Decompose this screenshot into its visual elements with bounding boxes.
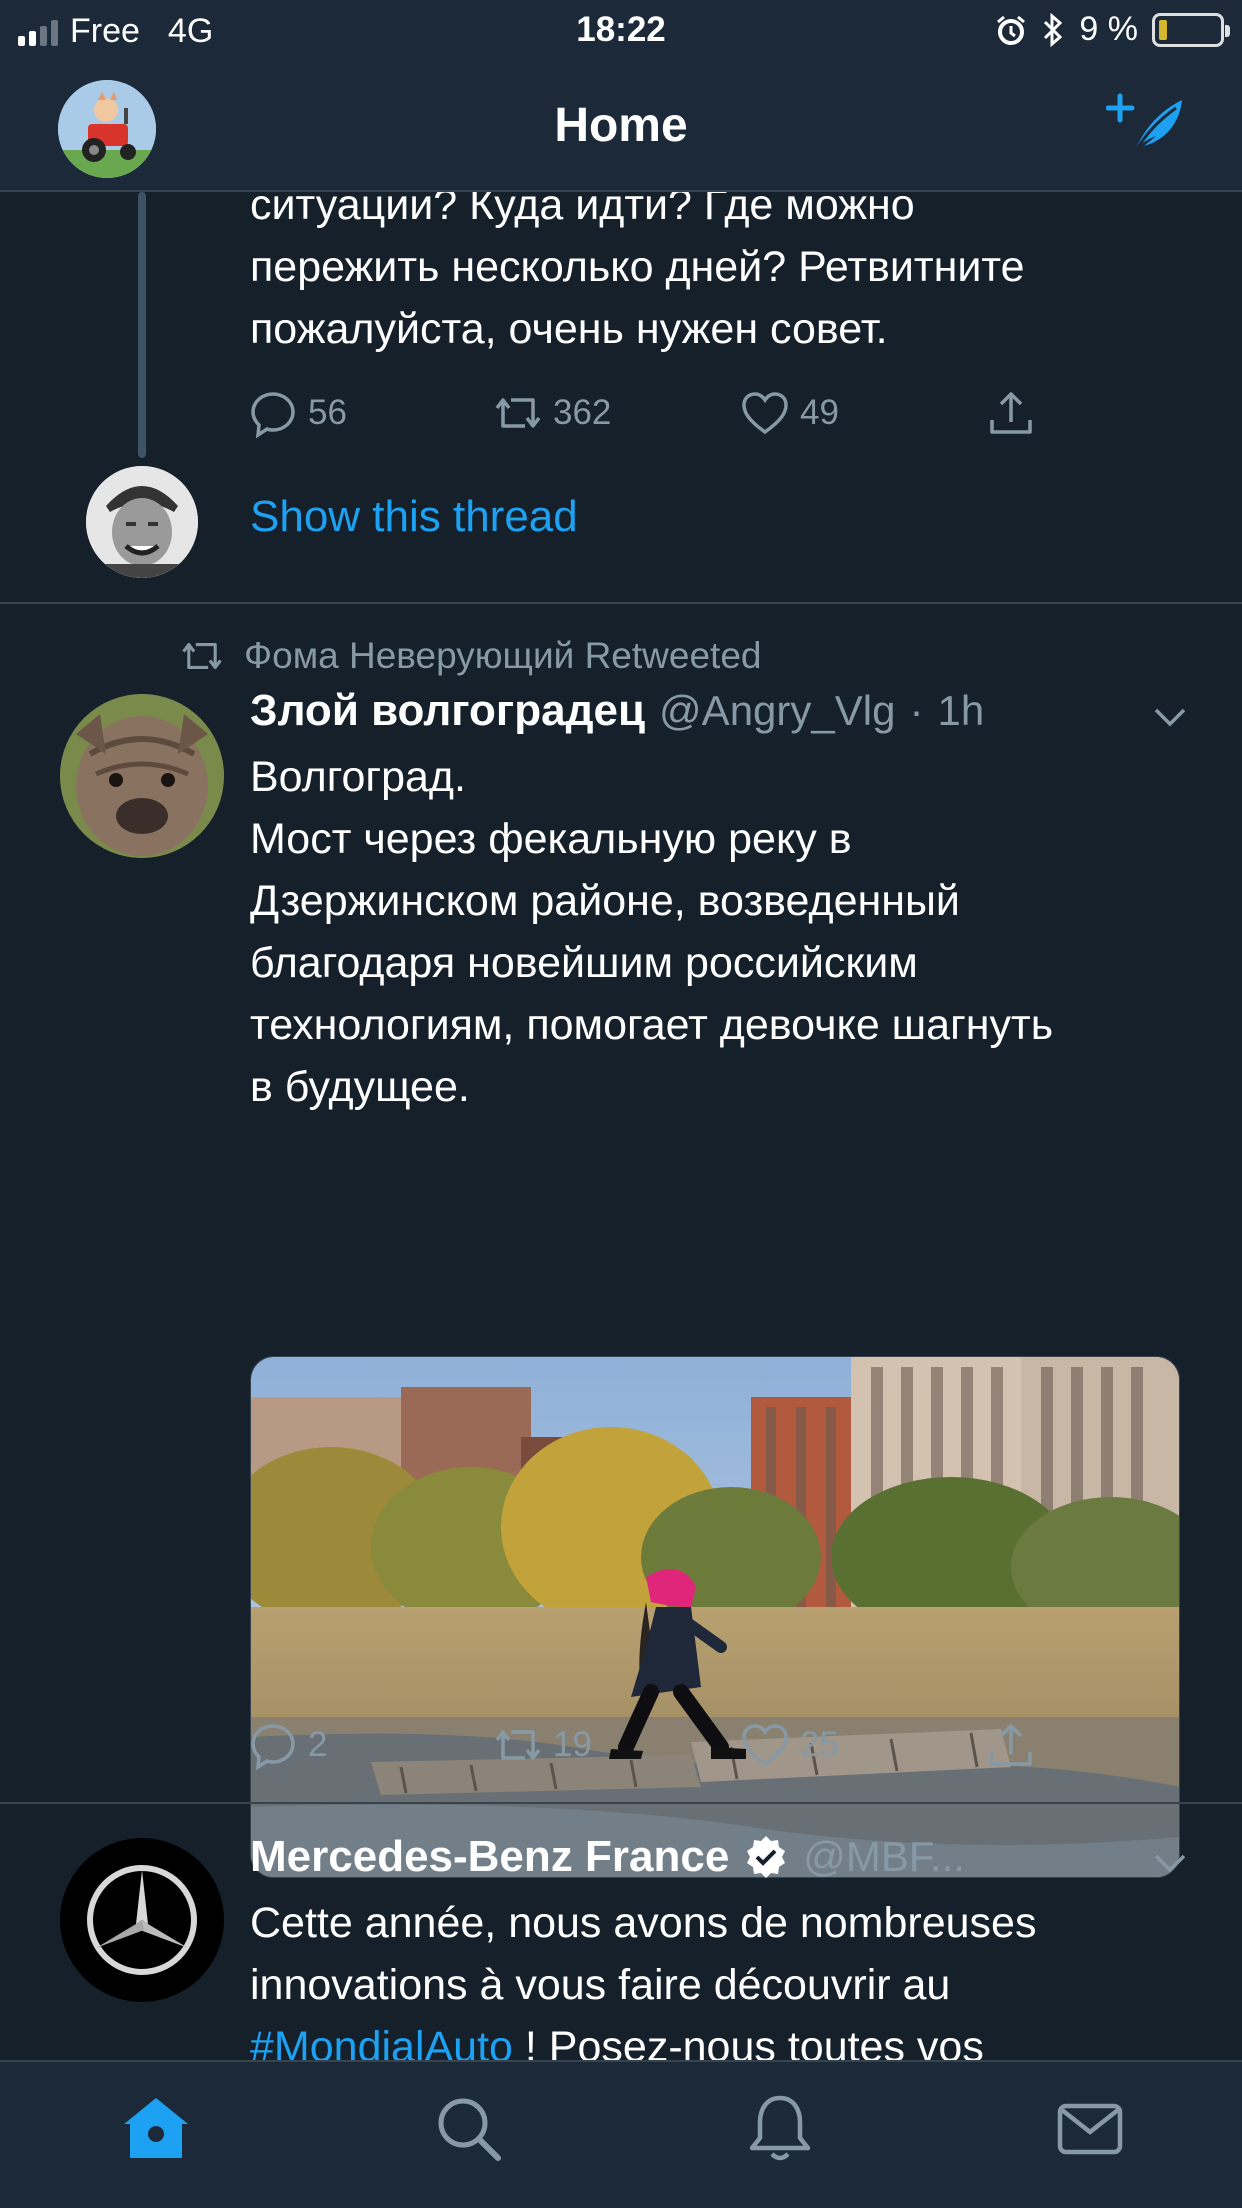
separator-dot: ·: [909, 687, 924, 734]
top-nav-bar: Home: [0, 64, 1242, 192]
tweet-text-line: благодаря новейшим российским: [250, 939, 918, 987]
home-icon[interactable]: [120, 2092, 192, 2164]
retweeted-by-label: Фома Неверующий Retweeted: [244, 635, 762, 676]
author-name[interactable]: Злой волгоградец: [250, 686, 645, 736]
retweet-context: Фома Неверующий Retweeted: [180, 634, 761, 678]
tweet-text-line: пережить несколько дней? Ретвитните: [250, 243, 1025, 291]
reply-button[interactable]: 2: [248, 1720, 327, 1770]
author-handle[interactable]: @MBF...: [803, 1833, 965, 1881]
bluetooth-icon: [1044, 12, 1063, 47]
page-title: Home: [554, 99, 688, 152]
reply-button[interactable]: 56: [248, 388, 347, 438]
tweet-header: Mercedes-Benz France @MBF...: [250, 1832, 965, 1882]
tweet-text-line: пожалуйста, очень нужен совет.: [250, 305, 888, 353]
alarm-icon: [997, 15, 1026, 45]
share-icon: [990, 392, 1032, 434]
reply-count: 2: [308, 1725, 328, 1764]
tweet-text: ситуации? Куда идти? Где можно пережить …: [250, 192, 1025, 360]
retweet-count: 19: [553, 1725, 592, 1764]
tweet-media-photo[interactable]: [250, 1356, 1180, 1878]
author-avatar[interactable]: [60, 694, 224, 858]
reply-icon: [251, 392, 295, 438]
timeline-feed[interactable]: ситуации? Куда идти? Где можно пережить …: [0, 192, 1242, 2060]
thread-connector-line: [138, 192, 146, 458]
tweet-text-line: Мост через фекальную реку в: [250, 815, 852, 863]
author-avatar[interactable]: [60, 1838, 224, 2002]
chevron-down-icon[interactable]: [1150, 696, 1190, 736]
notifications-icon[interactable]: [744, 2092, 816, 2164]
heart-icon: [742, 392, 788, 435]
compose-tweet-icon[interactable]: [1106, 92, 1186, 164]
like-button[interactable]: 25: [740, 1720, 839, 1770]
battery-percent: 9 %: [1079, 10, 1138, 48]
status-bar: Free 4G 18:22 9 %: [0, 0, 1242, 64]
hashtag-link[interactable]: #MondialAuto: [250, 2023, 513, 2060]
tweet-text: Волгоград. Мост через фекальную реку в Д…: [250, 746, 1053, 1118]
retweet-icon: [495, 1730, 541, 1760]
tweet-actions: 56 362 49: [248, 388, 1038, 448]
messages-icon[interactable]: [1054, 2092, 1126, 2164]
status-right: 9 %: [995, 10, 1230, 49]
search-icon[interactable]: [432, 2092, 504, 2164]
share-button[interactable]: [986, 1720, 1036, 1770]
mercedes-logo-icon: [87, 1865, 197, 1975]
reply-count: 56: [308, 393, 347, 432]
tweet-retweeted[interactable]: Фома Неверующий Retweeted Злой волгоград…: [0, 604, 1242, 1994]
author-name[interactable]: Mercedes-Benz France: [250, 1832, 729, 1882]
tweet-header: Злой волгоградец @Angry_Vlg · 1h: [250, 686, 984, 736]
tweet-text-line: ситуации? Куда идти? Где можно: [250, 192, 915, 229]
retweet-context-icon: [182, 643, 222, 669]
reply-icon: [251, 1724, 295, 1770]
verified-badge-icon: [747, 1836, 786, 1878]
battery-icon: [1152, 12, 1230, 47]
thread-avatar[interactable]: [86, 466, 198, 578]
tweet-text-line: технологиям, помогает девочке шагнуть: [250, 1001, 1054, 1049]
like-count: 25: [800, 1725, 839, 1764]
retweet-button[interactable]: 19: [493, 1720, 592, 1770]
old-man-avatar-icon: [86, 466, 198, 578]
tweet-thread[interactable]: ситуации? Куда идти? Где можно пережить …: [0, 192, 1242, 602]
tweet-promoted[interactable]: Mercedes-Benz France @MBF... Cette année…: [0, 1804, 1242, 2060]
share-icon: [990, 1724, 1032, 1766]
tweet-text-line: Cette année, nous avons de nombreuses: [250, 1899, 1037, 1947]
tweet-text-line: в будущее.: [250, 1063, 470, 1111]
retweet-button[interactable]: 362: [493, 388, 611, 438]
tweet-text-line: #MondialAuto ! Posez-nous toutes vos: [250, 2016, 1210, 2060]
share-button[interactable]: [986, 388, 1036, 438]
show-thread-link[interactable]: Show this thread: [250, 492, 578, 542]
like-button[interactable]: 49: [740, 388, 839, 438]
bottom-tab-bar: [0, 2060, 1242, 2208]
author-handle[interactable]: @Angry_Vlg: [659, 687, 895, 735]
tweet-actions: 2 19 25: [248, 1720, 1038, 1780]
tweet-text-fragment: ! Posez-nous toutes vos: [512, 2023, 984, 2060]
retweet-icon: [495, 398, 541, 428]
tweet-text-line: innovations à vous faire découvrir au: [250, 1961, 951, 2009]
tweet-time: 1h: [937, 687, 985, 734]
heart-icon: [742, 1724, 788, 1767]
chevron-down-icon[interactable]: [1150, 1842, 1190, 1882]
retweet-count: 362: [553, 393, 612, 432]
tweet-text-line: Дзержинском районе, возведенный: [250, 877, 960, 925]
bridge-photo-image: [251, 1357, 1179, 1877]
dog-avatar-icon: [60, 694, 224, 858]
tweet-text-line: Волгоград.: [250, 753, 466, 801]
like-count: 49: [800, 393, 839, 432]
tweet-text: Cette année, nous avons de nombreuses in…: [250, 1892, 1210, 2060]
